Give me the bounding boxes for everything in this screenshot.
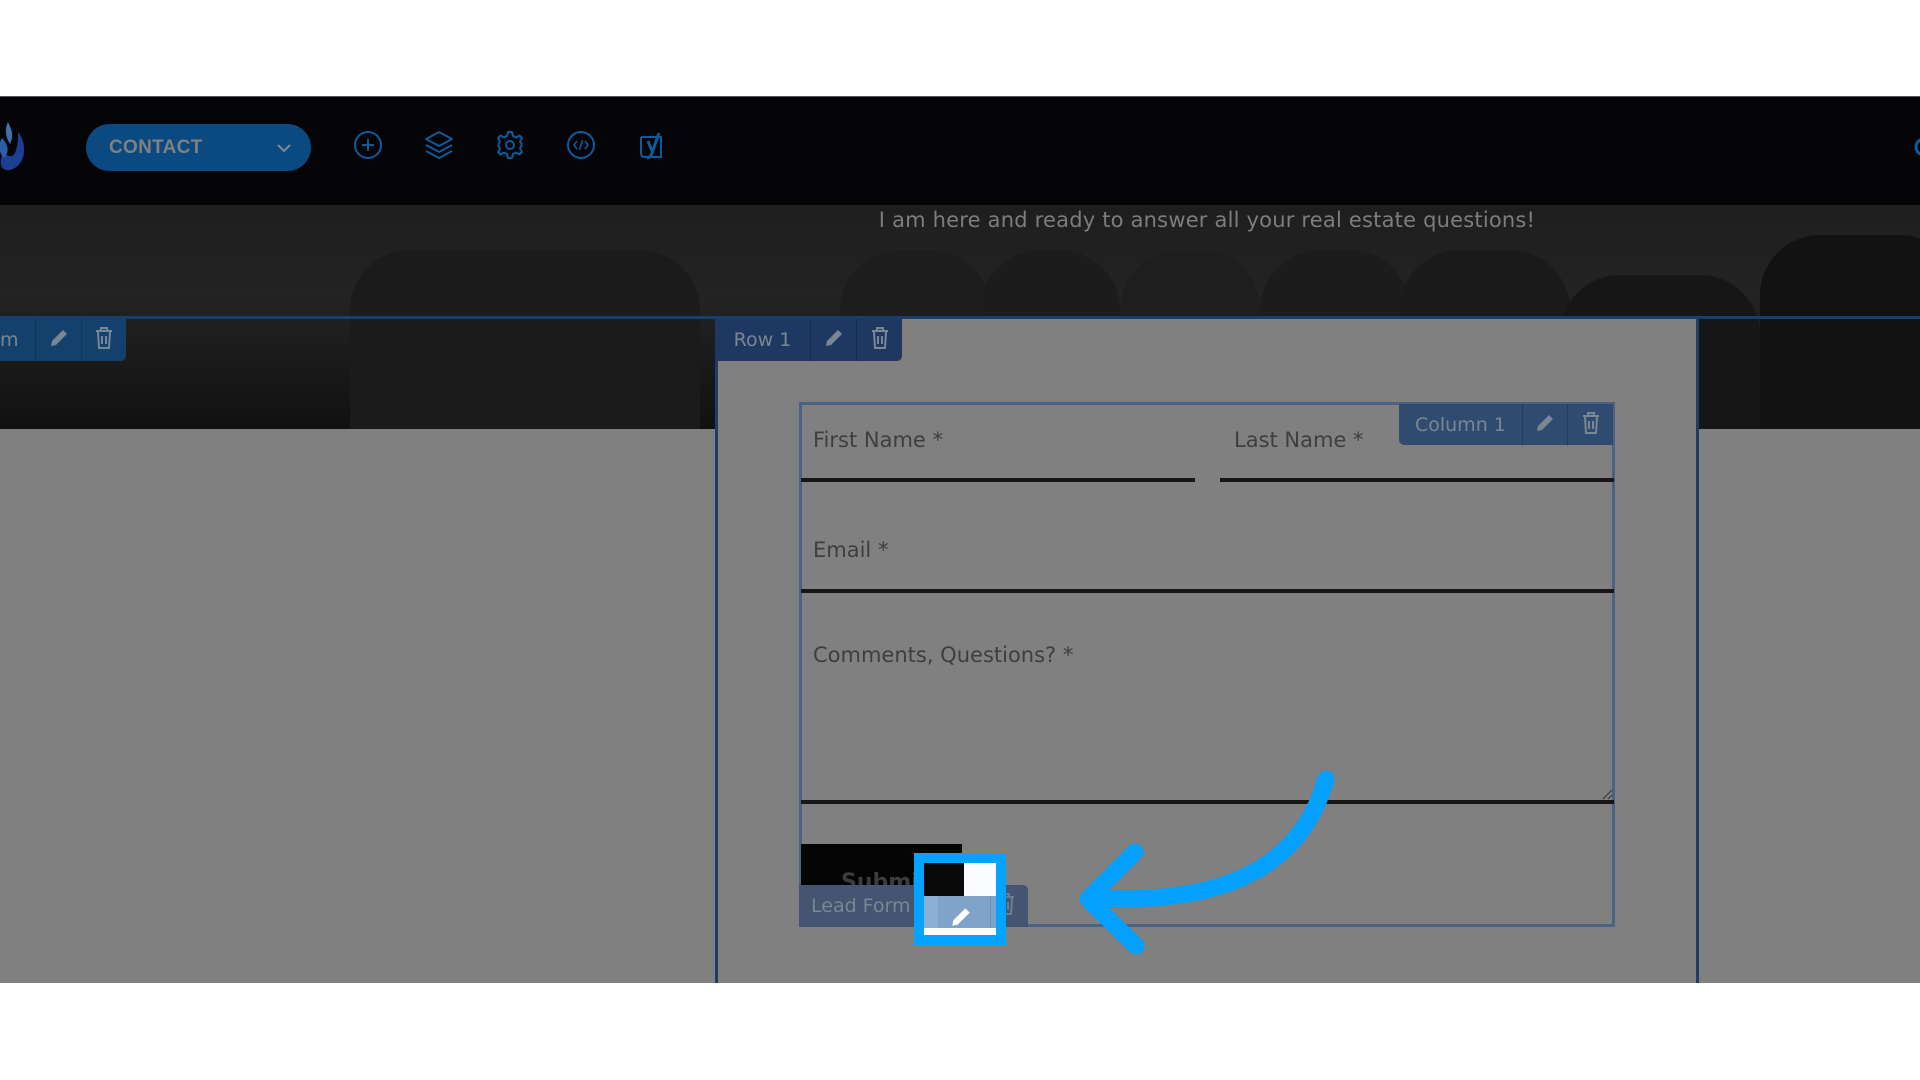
row-label: Row 1 [733, 329, 792, 351]
email-underline [801, 589, 1614, 593]
add-icon [353, 130, 383, 164]
layers-icon [423, 130, 455, 164]
section-label: m [0, 329, 19, 351]
lead-form-edit-button[interactable] [914, 853, 1006, 945]
page-selector-label: CONTACT [109, 136, 203, 158]
background-highlighted-part [964, 863, 996, 896]
section-edit-button[interactable] [36, 319, 82, 361]
submit-button-highlighted-part [924, 863, 964, 896]
trash-icon [870, 326, 890, 354]
custom-code-button[interactable] [563, 129, 599, 165]
row-delete-button[interactable] [857, 319, 902, 361]
code-icon [566, 130, 596, 164]
section-delete-button[interactable] [82, 319, 126, 361]
pencil-icon [823, 327, 845, 353]
app-logo[interactable] [0, 118, 30, 174]
pencil-icon [48, 327, 70, 353]
seo-button[interactable] [634, 129, 670, 165]
email-field[interactable]: Email * [801, 530, 1614, 594]
row-label-cell[interactable]: Row 1 [715, 319, 811, 361]
first-name-underline [801, 478, 1195, 482]
section-toolbar: m [0, 319, 126, 361]
last-name-field[interactable]: Last Name * [1220, 420, 1614, 482]
settings-gear-icon [495, 130, 525, 164]
last-name-label: Last Name * [1234, 428, 1364, 452]
profile-icon[interactable] [1913, 136, 1920, 158]
hero-subtitle: I am here and ready to answer all your r… [878, 208, 1536, 232]
add-element-button[interactable] [350, 129, 386, 165]
annotation-arrow [1079, 770, 1335, 955]
highlight-bottom-edge [924, 928, 996, 935]
email-label: Email * [813, 538, 889, 562]
row-edit-button[interactable] [811, 319, 858, 361]
resize-handle-icon[interactable] [1601, 785, 1613, 804]
first-name-field[interactable]: First Name * [801, 420, 1195, 482]
yoast-seo-icon [637, 129, 667, 165]
last-name-underline [1220, 478, 1614, 482]
row-toolbar: Row 1 [715, 319, 902, 361]
settings-button[interactable] [492, 129, 528, 165]
trash-icon [94, 326, 114, 354]
first-name-label: First Name * [813, 428, 943, 452]
section-label-cell[interactable]: m [0, 319, 37, 361]
page-selector-dropdown[interactable]: CONTACT [86, 124, 311, 171]
lead-form-label: Lead Form [811, 895, 911, 917]
arrow-shaft [1083, 770, 1335, 908]
chevron-down-icon [277, 138, 291, 157]
layers-button[interactable] [421, 129, 457, 165]
comments-label: Comments, Questions? * [813, 643, 1074, 667]
